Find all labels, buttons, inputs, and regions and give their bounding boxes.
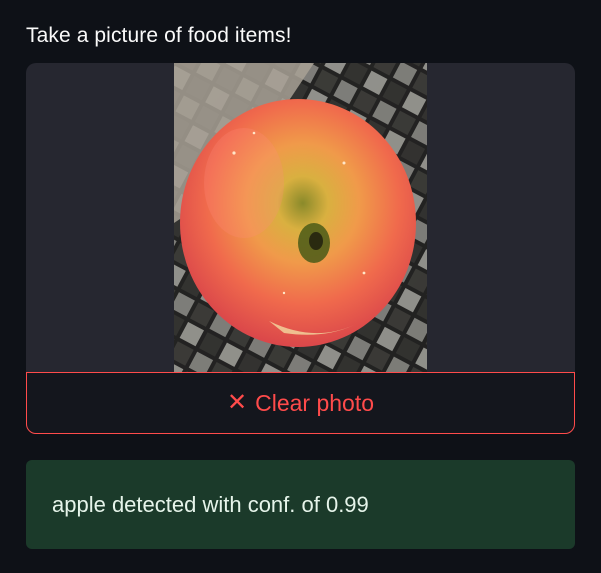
captured-photo	[174, 63, 427, 372]
clear-photo-label: Clear photo	[255, 389, 375, 416]
apple-photo-image	[174, 63, 427, 372]
camera-input-label: Take a picture of food items!	[26, 24, 292, 47]
detection-result-alert: apple detected with conf. of 0.99	[26, 460, 575, 549]
close-icon: ✕	[226, 389, 248, 416]
camera-app-page: Take a picture of food items! ✕ Clear ph…	[0, 0, 601, 573]
clear-photo-button[interactable]: ✕ Clear photo	[26, 372, 575, 434]
detection-result-text: apple detected with conf. of 0.99	[52, 491, 369, 517]
